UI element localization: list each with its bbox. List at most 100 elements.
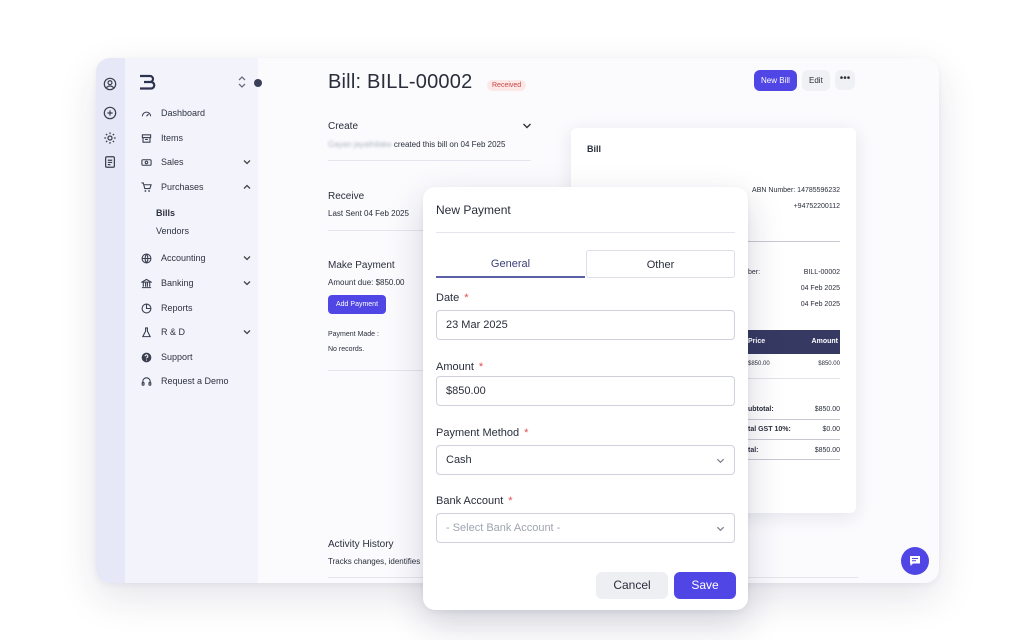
help-icon bbox=[141, 352, 152, 362]
sidebar-item-label: Support bbox=[161, 352, 193, 362]
divider bbox=[748, 459, 840, 460]
sidebar-item-label: R & D bbox=[161, 327, 186, 337]
divider bbox=[738, 378, 840, 379]
box-icon bbox=[141, 133, 152, 143]
chevron-down-icon bbox=[716, 458, 725, 464]
chat-icon bbox=[910, 556, 920, 566]
cash-icon bbox=[141, 158, 152, 166]
sidebar-item-label: Accounting bbox=[161, 253, 206, 263]
cart-icon bbox=[141, 181, 152, 192]
sidebar-item-label: Banking bbox=[161, 278, 194, 288]
sidebar: Dashboard Items Sales Purchases Bills Ve… bbox=[125, 58, 262, 583]
status-badge: Received bbox=[487, 80, 527, 91]
more-options-button[interactable]: ••• bbox=[835, 70, 855, 90]
date-label: Date * bbox=[436, 292, 469, 304]
activity-section-text: Tracks changes, identifies bbox=[328, 557, 421, 566]
page-title: Bill: BILL-00002 bbox=[328, 71, 473, 93]
sidebar-item-dashboard[interactable]: Dashboard bbox=[141, 105, 251, 121]
icon-rail bbox=[96, 58, 125, 583]
chevron-down-icon[interactable] bbox=[522, 122, 532, 130]
chevron-up-icon bbox=[243, 184, 251, 189]
bill-number-label: ber: bbox=[748, 269, 761, 276]
modal-title: New Payment bbox=[436, 203, 511, 217]
bank-account-label: Bank Account * bbox=[436, 495, 513, 507]
chat-button[interactable] bbox=[901, 547, 929, 575]
due-date: 04 Feb 2025 bbox=[800, 301, 840, 308]
dashboard-icon bbox=[141, 111, 152, 117]
divider bbox=[436, 232, 735, 233]
receive-section-title: Receive bbox=[328, 191, 365, 202]
payment-made-label: Payment Made : bbox=[328, 331, 379, 338]
sidebar-item-request-demo[interactable]: Request a Demo bbox=[141, 373, 251, 389]
bill-number: BILL-00002 bbox=[803, 269, 840, 276]
create-section-text: Gayan jayathilake created this bill on 0… bbox=[328, 140, 506, 149]
tab-other[interactable]: Other bbox=[586, 250, 735, 278]
total-value: $850.00 bbox=[814, 447, 840, 454]
headset-icon bbox=[141, 376, 152, 386]
subtotal-value: $850.00 bbox=[814, 406, 840, 413]
subtotal-label: ubtotal: bbox=[748, 406, 774, 413]
edit-button[interactable]: Edit bbox=[802, 70, 830, 91]
no-records-text: No records. bbox=[328, 346, 365, 353]
user-icon[interactable] bbox=[103, 77, 117, 91]
sidebar-item-accounting[interactable]: Accounting bbox=[141, 250, 251, 266]
plus-circle-icon[interactable] bbox=[103, 106, 117, 120]
collapse-toggle-icon[interactable] bbox=[237, 76, 247, 88]
sidebar-item-reports[interactable]: Reports bbox=[141, 300, 251, 316]
total-label: tal: bbox=[748, 447, 759, 454]
cancel-button[interactable]: Cancel bbox=[596, 572, 668, 599]
divider bbox=[748, 241, 840, 242]
document-icon[interactable] bbox=[103, 155, 117, 169]
column-header-price: Price bbox=[748, 338, 766, 345]
creator-name: Gayan jayathilake bbox=[328, 140, 392, 149]
chevron-down-icon bbox=[243, 330, 251, 335]
sidebar-item-rd[interactable]: R & D bbox=[141, 324, 251, 340]
receive-section-text: Last Sent 04 Feb 2025 bbox=[328, 209, 409, 218]
reports-icon bbox=[141, 303, 152, 313]
abn-number: ABN Number: 14785596232 bbox=[752, 187, 840, 194]
new-payment-modal: New Payment General Other Date * 23 Mar 2… bbox=[423, 187, 748, 610]
sidebar-subitem-bills[interactable]: Bills bbox=[156, 208, 175, 218]
gst-label: tal GST 10%: bbox=[748, 426, 791, 433]
save-button[interactable]: Save bbox=[674, 572, 736, 599]
payment-method-select[interactable]: Cash bbox=[436, 445, 735, 475]
flask-icon bbox=[141, 326, 152, 337]
chevron-down-icon bbox=[243, 281, 251, 286]
row-amount: $850.00 bbox=[818, 361, 840, 367]
new-bill-button[interactable]: New Bill bbox=[754, 70, 797, 91]
gear-icon[interactable] bbox=[103, 131, 117, 145]
sidebar-item-purchases[interactable]: Purchases bbox=[141, 179, 251, 195]
phone-number: +94752200112 bbox=[793, 203, 840, 210]
chevron-down-icon bbox=[716, 526, 725, 532]
date-field[interactable]: 23 Mar 2025 bbox=[436, 310, 735, 340]
divider bbox=[748, 439, 840, 440]
row-price: $850.00 bbox=[748, 361, 770, 367]
sidebar-item-label: Purchases bbox=[161, 182, 204, 192]
sidebar-item-support[interactable]: Support bbox=[141, 349, 251, 365]
divider bbox=[748, 419, 840, 420]
sidebar-item-items[interactable]: Items bbox=[141, 130, 251, 146]
bank-icon bbox=[141, 278, 152, 288]
gst-value: $0.00 bbox=[822, 426, 840, 433]
amount-field[interactable]: $850.00 bbox=[436, 376, 735, 406]
payment-section-title: Make Payment bbox=[328, 260, 395, 271]
sidebar-item-banking[interactable]: Banking bbox=[141, 275, 251, 291]
tab-general[interactable]: General bbox=[436, 250, 585, 278]
chevron-down-icon bbox=[243, 160, 251, 165]
sidebar-item-sales[interactable]: Sales bbox=[141, 154, 251, 170]
divider bbox=[328, 160, 531, 161]
create-section-title: Create bbox=[328, 121, 359, 132]
add-payment-button[interactable]: Add Payment bbox=[328, 295, 387, 314]
sidebar-subitem-vendors[interactable]: Vendors bbox=[156, 226, 189, 236]
logo-icon bbox=[140, 74, 156, 90]
sidebar-item-label: Request a Demo bbox=[161, 376, 229, 386]
chevron-down-icon bbox=[243, 256, 251, 261]
bill-preview-title: Bill bbox=[587, 144, 602, 154]
sidebar-item-label: Items bbox=[161, 133, 184, 143]
sidebar-item-label: Reports bbox=[161, 303, 193, 313]
column-header-amount: Amount bbox=[811, 338, 838, 345]
sidebar-item-label: Sales bbox=[161, 157, 184, 167]
bill-date: 04 Feb 2025 bbox=[800, 285, 840, 292]
bank-account-select[interactable]: - Select Bank Account - bbox=[436, 513, 735, 543]
payment-method-label: Payment Method * bbox=[436, 427, 529, 439]
